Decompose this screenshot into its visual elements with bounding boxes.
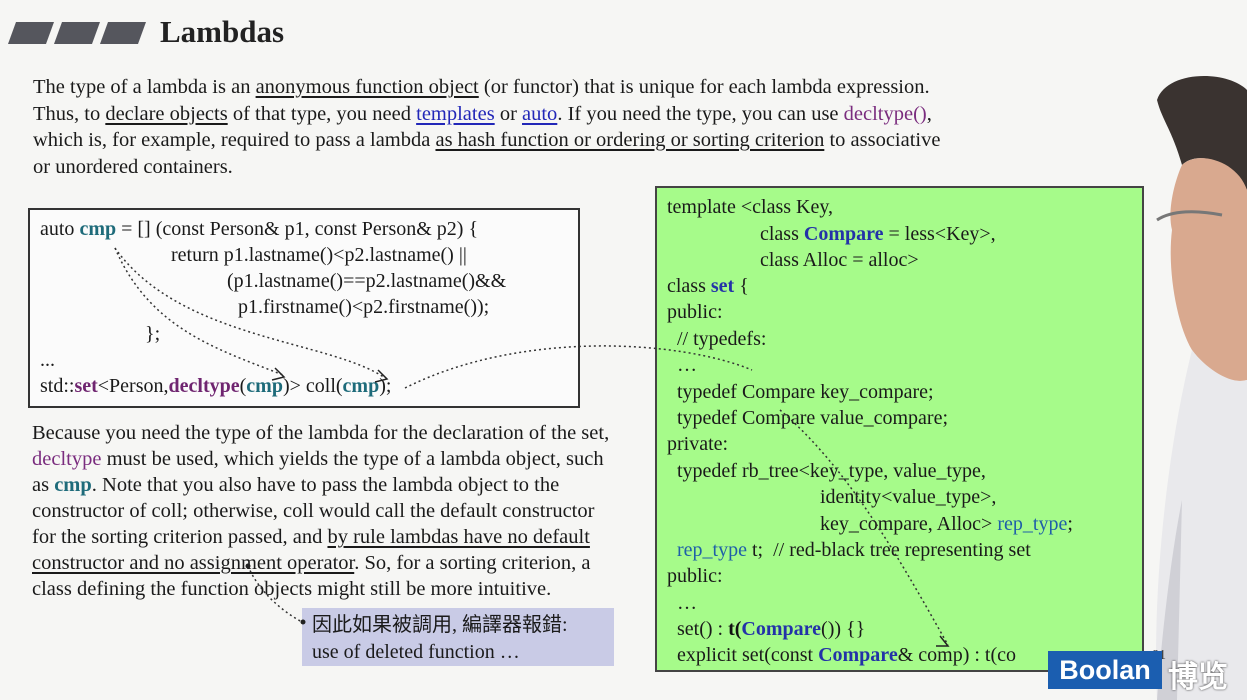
arrow-note-link <box>247 565 303 623</box>
boolan-logo: Boolan <box>1048 651 1162 689</box>
arrow-coll-to-set <box>404 345 753 389</box>
arrow-cmp-to-coll <box>114 247 386 379</box>
arrow-cmp-to-decltype <box>114 247 284 376</box>
note-dot <box>300 619 306 625</box>
para-dot <box>245 563 251 569</box>
presenter-image <box>1156 76 1247 700</box>
arrow-typedef-to-ctor <box>779 409 949 646</box>
boolan-logo-cn: 博览 <box>1168 661 1228 694</box>
dotted-arrows <box>114 247 950 647</box>
